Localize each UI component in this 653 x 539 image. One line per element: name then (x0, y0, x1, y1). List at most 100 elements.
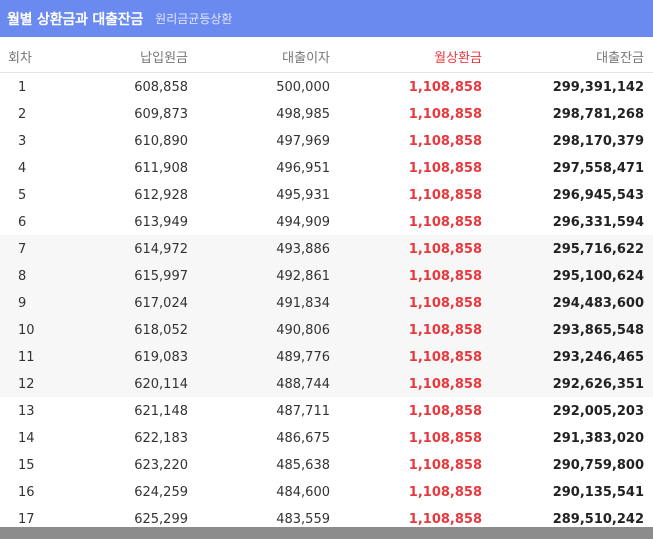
cell-monthly-payment: 1,108,858 (408, 431, 482, 446)
cell-interest: 487,711 (276, 404, 330, 419)
table-row: 2 609,873 498,985 1,108,858 298,781,268 (0, 100, 653, 127)
cell-principal: 611,908 (134, 161, 188, 176)
cell-installment: 9 (18, 296, 27, 311)
cell-monthly-payment: 1,108,858 (408, 323, 482, 338)
cell-monthly-payment: 1,108,858 (408, 458, 482, 473)
cell-installment: 1 (18, 80, 27, 95)
cell-interest: 500,000 (276, 80, 330, 95)
cell-loan-balance: 291,383,020 (552, 431, 644, 446)
cell-interest: 489,776 (276, 350, 330, 365)
cell-loan-balance: 299,391,142 (552, 80, 644, 95)
column-header-principal: 납입원금 (140, 51, 188, 66)
cell-loan-balance: 295,716,622 (552, 242, 644, 257)
cell-monthly-payment: 1,108,858 (408, 134, 482, 149)
table-row: 11 619,083 489,776 1,108,858 293,246,465 (0, 343, 653, 370)
cell-interest: 498,985 (276, 107, 330, 122)
cell-interest: 496,951 (276, 161, 330, 176)
cell-principal: 621,148 (134, 404, 188, 419)
table-row: 1 608,858 500,000 1,108,858 299,391,142 (0, 73, 653, 100)
repayment-method-label: 원리금균등상환 (155, 12, 233, 26)
table-row: 8 615,997 492,861 1,108,858 295,100,624 (0, 262, 653, 289)
cell-principal: 613,949 (134, 215, 188, 230)
cell-monthly-payment: 1,108,858 (408, 350, 482, 365)
cell-principal: 623,220 (134, 458, 188, 473)
cell-interest: 492,861 (276, 269, 330, 284)
cell-interest: 491,834 (276, 296, 330, 311)
table-header: 회차 납입원금 대출이자 월상환금 대출잔금 (0, 37, 653, 73)
cell-principal: 609,873 (134, 107, 188, 122)
cell-principal: 617,024 (134, 296, 188, 311)
cell-interest: 485,638 (276, 458, 330, 473)
cell-loan-balance: 293,246,465 (552, 350, 644, 365)
cell-interest: 486,675 (276, 431, 330, 446)
cell-monthly-payment: 1,108,858 (408, 512, 482, 527)
table-row: 13 621,148 487,711 1,108,858 292,005,203 (0, 397, 653, 424)
cell-interest: 483,559 (276, 512, 330, 527)
column-header-interest: 대출이자 (282, 51, 330, 66)
cell-principal: 620,114 (134, 377, 188, 392)
column-header-monthly-payment: 월상환금 (434, 51, 482, 66)
cell-principal: 615,997 (134, 269, 188, 284)
cell-principal: 610,890 (134, 134, 188, 149)
cell-installment: 10 (18, 323, 35, 338)
table-row: 3 610,890 497,969 1,108,858 298,170,379 (0, 127, 653, 154)
cell-installment: 17 (18, 512, 35, 527)
cell-installment: 6 (18, 215, 27, 230)
cell-installment: 3 (18, 134, 27, 149)
table-row: 9 617,024 491,834 1,108,858 294,483,600 (0, 289, 653, 316)
schedule-table-body: 1 608,858 500,000 1,108,858 299,391,142 2 609,… (0, 73, 653, 532)
table-row: 16 624,259 484,600 1,108,858 290,135,541 (0, 478, 653, 505)
cell-loan-balance: 290,759,800 (552, 458, 644, 473)
cell-loan-balance: 297,558,471 (552, 161, 644, 176)
cell-installment: 15 (18, 458, 35, 473)
table-row: 10 618,052 490,806 1,108,858 293,865,548 (0, 316, 653, 343)
cell-loan-balance: 296,331,594 (552, 215, 644, 230)
horizontal-scrollbar[interactable] (0, 527, 653, 539)
cell-monthly-payment: 1,108,858 (408, 269, 482, 284)
table-row: 6 613,949 494,909 1,108,858 296,331,594 (0, 208, 653, 235)
cell-loan-balance: 290,135,541 (552, 485, 644, 500)
cell-principal: 622,183 (134, 431, 188, 446)
cell-loan-balance: 292,626,351 (552, 377, 644, 392)
cell-interest: 497,969 (276, 134, 330, 149)
cell-interest: 490,806 (276, 323, 330, 338)
cell-monthly-payment: 1,108,858 (408, 80, 482, 95)
cell-principal: 619,083 (134, 350, 188, 365)
cell-installment: 12 (18, 377, 35, 392)
table-row: 15 623,220 485,638 1,108,858 290,759,800 (0, 451, 653, 478)
cell-loan-balance: 295,100,624 (552, 269, 644, 284)
cell-monthly-payment: 1,108,858 (408, 296, 482, 311)
cell-installment: 5 (18, 188, 27, 203)
cell-monthly-payment: 1,108,858 (408, 242, 482, 257)
cell-interest: 495,931 (276, 188, 330, 203)
cell-installment: 14 (18, 431, 35, 446)
cell-principal: 618,052 (134, 323, 188, 338)
cell-monthly-payment: 1,108,858 (408, 188, 482, 203)
cell-installment: 8 (18, 269, 27, 284)
cell-loan-balance: 293,865,548 (552, 323, 644, 338)
cell-interest: 494,909 (276, 215, 330, 230)
cell-interest: 488,744 (276, 377, 330, 392)
schedule-header: 월별 상환금과 대출잔금 원리금균등상환 (0, 0, 653, 37)
cell-installment: 4 (18, 161, 27, 176)
cell-installment: 7 (18, 242, 27, 257)
cell-installment: 13 (18, 404, 35, 419)
cell-installment: 16 (18, 485, 35, 500)
cell-monthly-payment: 1,108,858 (408, 107, 482, 122)
table-row: 14 622,183 486,675 1,108,858 291,383,020 (0, 424, 653, 451)
cell-principal: 608,858 (134, 80, 188, 95)
column-header-installment: 회차 (8, 51, 32, 66)
cell-monthly-payment: 1,108,858 (408, 404, 482, 419)
cell-interest: 484,600 (276, 485, 330, 500)
cell-installment: 11 (18, 350, 35, 365)
cell-monthly-payment: 1,108,858 (408, 215, 482, 230)
cell-loan-balance: 289,510,242 (552, 512, 644, 527)
cell-installment: 2 (18, 107, 27, 122)
table-row: 4 611,908 496,951 1,108,858 297,558,471 (0, 154, 653, 181)
cell-loan-balance: 296,945,543 (552, 188, 644, 203)
cell-principal: 625,299 (134, 512, 188, 527)
table-row: 5 612,928 495,931 1,108,858 296,945,543 (0, 181, 653, 208)
schedule-title: 월별 상환금과 대출잔금 (7, 11, 144, 28)
repayment-schedule-panel: 월별 상환금과 대출잔금 원리금균등상환 회차 납입원금 대출이자 월상환금 대… (0, 0, 653, 539)
cell-loan-balance: 298,781,268 (552, 107, 644, 122)
